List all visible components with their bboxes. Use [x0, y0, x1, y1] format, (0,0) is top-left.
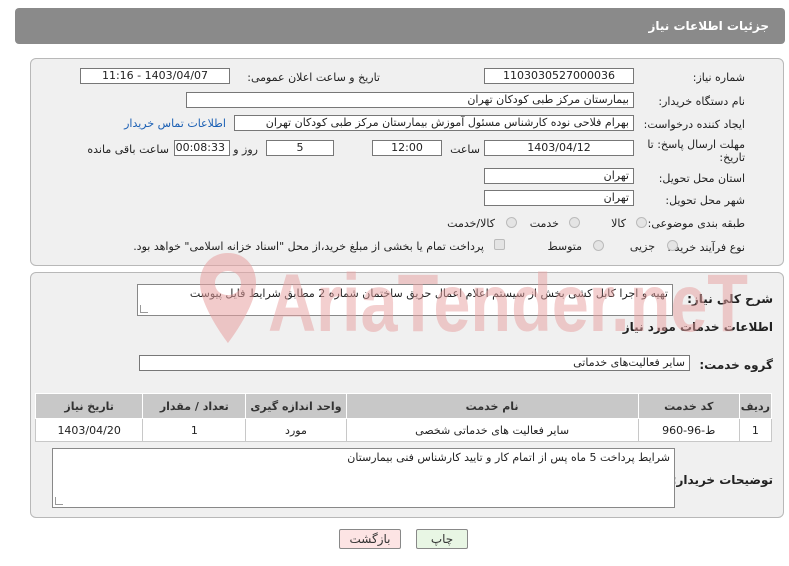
payment-note: پرداخت تمام یا بخشی از مبلغ خرید،از محل …	[133, 240, 484, 253]
need-number-label: شماره نیاز:	[692, 71, 745, 84]
resize-handle[interactable]	[55, 497, 63, 505]
col-header-row: ردیف	[738, 393, 773, 419]
category-goods-label: کالا	[611, 217, 626, 230]
process-medium-radio[interactable]	[593, 240, 604, 251]
deadline-time-field: 12:00	[372, 140, 442, 156]
summary-text: تهیه و اجرا کابل کشی بخش از سیستم اعلام …	[189, 287, 668, 300]
category-service-label: خدمت	[529, 217, 559, 230]
treasury-payment-checkbox[interactable]	[494, 239, 505, 250]
services-heading: اطلاعات خدمات مورد نیاز	[622, 320, 773, 334]
deadline-date-field: 1403/04/12	[484, 140, 634, 156]
announce-field: 1403/04/07 - 11:16	[80, 68, 230, 84]
cell-need-date: 1403/04/20	[34, 418, 144, 442]
announce-label: تاریخ و ساعت اعلان عمومی:	[247, 71, 380, 84]
summary-textarea: تهیه و اجرا کابل کشی بخش از سیستم اعلام …	[137, 284, 673, 316]
table-header-row: ردیف کد خدمت نام خدمت واحد اندازه گیری ت…	[34, 393, 773, 419]
process-minor-radio[interactable]	[667, 240, 678, 251]
buyer-notes-textarea: شرایط پرداخت 5 ماه پس از اتمام کار و تای…	[52, 448, 675, 508]
need-number-field: 1103030527000036	[484, 68, 634, 84]
col-header-name: نام خدمت	[345, 393, 639, 419]
buyer-notes-label: توضیحات خریدار:	[671, 473, 773, 487]
service-group-label: گروه خدمت:	[699, 358, 773, 372]
remaining-time-field: 00:08:33	[174, 140, 230, 156]
time-label: ساعت	[450, 143, 480, 156]
summary-label: شرح کلی نیاز:	[687, 292, 773, 306]
print-button[interactable]: چاپ	[416, 529, 468, 549]
process-medium-label: متوسط	[547, 240, 582, 253]
days-label: روز و	[233, 143, 258, 156]
contact-info-link[interactable]: اطلاعات تماس خریدار	[124, 117, 226, 130]
page-header: جزئیات اطلاعات نیاز	[15, 8, 785, 44]
creator-field: بهرام فلاحی نوده کارشناس مسئول آموزش بیم…	[234, 115, 634, 131]
col-header-unit: واحد اندازه گیری	[245, 393, 347, 419]
back-button[interactable]: بازگشت	[339, 529, 401, 549]
service-group-field: سایر فعالیت‌های خدماتی	[139, 355, 690, 371]
days-field: 5	[266, 140, 334, 156]
buyer-label: نام دستگاه خریدار:	[658, 95, 745, 108]
process-minor-label: جزیی	[629, 240, 655, 253]
remaining-label: ساعت باقی مانده	[87, 143, 169, 156]
category-goods-service-label: کالا/خدمت	[447, 217, 495, 230]
creator-label: ایجاد کننده درخواست:	[643, 118, 745, 131]
col-header-date: تاریخ نیاز	[34, 393, 144, 419]
province-label: استان محل تحویل:	[658, 172, 745, 185]
cell-service-name: سایر فعالیت های خدماتی شخصی	[345, 418, 639, 442]
process-label: نوع فرآیند خرید :	[667, 241, 745, 254]
col-header-qty: تعداد / مقدار	[142, 393, 247, 419]
cell-row-number: 1	[738, 418, 773, 442]
category-service-radio[interactable]	[569, 217, 580, 228]
deadline-label: مهلت ارسال پاسخ: تا تاریخ:	[647, 138, 745, 164]
buyer-notes-text: شرایط پرداخت 5 ماه پس از اتمام کار و تای…	[347, 451, 670, 464]
services-table: ردیف کد خدمت نام خدمت واحد اندازه گیری ت…	[34, 393, 773, 442]
province-field: تهران	[484, 168, 634, 184]
city-field: تهران	[484, 190, 634, 206]
resize-handle[interactable]	[140, 305, 148, 313]
buyer-field: بیمارستان مرکز طبی کودکان تهران	[186, 92, 634, 108]
cell-unit: مورد	[245, 418, 347, 442]
category-label: طبقه بندی موضوعی:	[647, 217, 745, 230]
city-label: شهر محل تحویل:	[665, 194, 745, 207]
cell-quantity: 1	[142, 418, 247, 442]
category-goods-radio[interactable]	[636, 217, 647, 228]
cell-service-code: ط-96-960	[637, 418, 740, 442]
page-title: جزئیات اطلاعات نیاز	[648, 19, 769, 33]
table-row: 1 ط-96-960 سایر فعالیت های خدماتی شخصی م…	[34, 418, 773, 442]
col-header-code: کد خدمت	[637, 393, 740, 419]
category-goods-service-radio[interactable]	[506, 217, 517, 228]
